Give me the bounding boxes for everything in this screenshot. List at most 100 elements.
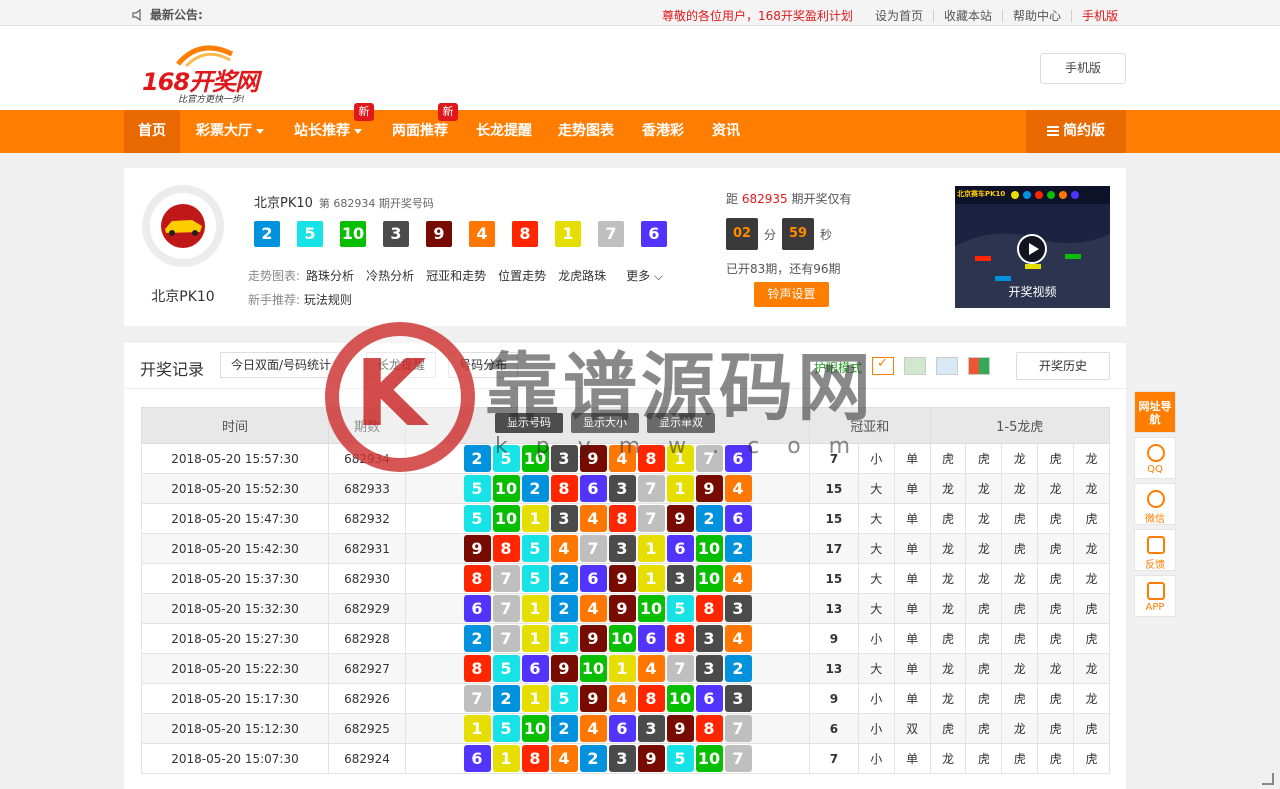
number-ball: 4 [608, 685, 636, 712]
cell-dragon-tiger: 虎 [1073, 713, 1110, 744]
number-ball: 5 [463, 505, 491, 532]
trend-link-road-bead[interactable]: 路珠分析 [306, 267, 354, 284]
mobile-version-button[interactable]: 手机版 [1040, 53, 1126, 84]
cell-dragon-tiger: 龙 [929, 743, 967, 774]
number-ball: 5 [521, 565, 549, 592]
number-ball: 7 [724, 715, 752, 742]
cell-big-small: 大 [857, 593, 895, 624]
site-logo[interactable]: 168开奖网 比官方更快一步! [140, 36, 270, 106]
set-homepage-link[interactable]: 设为首页 [865, 10, 933, 22]
video-label: 开奖视频 [1008, 285, 1057, 299]
theme-swatch-green[interactable] [904, 357, 926, 375]
cell-dragon-tiger: 龙 [929, 533, 967, 564]
number-ball: 6 [641, 221, 667, 247]
app-button[interactable]: APP [1134, 575, 1176, 617]
tab-long-dragon[interactable]: 长龙提醒 [366, 352, 437, 378]
simple-version-label: 简约版 [1063, 123, 1105, 139]
feedback-button[interactable]: 反馈 [1134, 529, 1176, 571]
number-ball: 5 [492, 655, 520, 682]
cell-big-small: 大 [857, 563, 895, 594]
cell-big-small: 大 [857, 473, 895, 504]
number-ball: 8 [492, 535, 520, 562]
number-ball: 8 [637, 445, 665, 472]
number-ball: 7 [492, 595, 520, 622]
resize-handle-icon[interactable] [1262, 773, 1274, 785]
cell-dragon-tiger: 龙 [965, 473, 1003, 504]
tab-daily-stats[interactable]: 今日双面/号码统计 [220, 352, 343, 378]
play-icon[interactable] [1017, 234, 1047, 264]
trend-link-dragon-tiger[interactable]: 龙虎路珠 [558, 267, 606, 284]
qq-button[interactable]: QQ [1134, 437, 1176, 479]
theme-swatch-default[interactable]: ✓ [872, 356, 894, 375]
caret-down-icon [354, 128, 362, 134]
more-link[interactable]: 更多 ⌵ [626, 267, 663, 284]
number-ball: 3 [550, 445, 578, 472]
current-numbers: 2 5 10 3 9 4 8 1 7 6 [254, 221, 684, 247]
cell-dragon-tiger: 龙 [1073, 563, 1110, 594]
cell-dragon-tiger: 龙 [929, 683, 967, 714]
number-ball: 4 [724, 625, 752, 652]
help-link[interactable]: 帮助中心 [1001, 9, 1071, 22]
nav-home[interactable]: 首页 [124, 110, 180, 153]
cell-dragon-tiger: 龙 [965, 563, 1003, 594]
toggle-show-numbers[interactable]: 显示号码 [495, 413, 563, 433]
nav-lottery-hall[interactable]: 彩票大厅 [196, 110, 264, 153]
qq-label: QQ [1147, 464, 1163, 475]
cell-sum: 17 [809, 533, 859, 564]
number-ball: 10 [340, 221, 366, 247]
eye-protection-mode: 护眼模式 [814, 361, 863, 375]
bell-settings-button[interactable]: 铃声设置 [754, 282, 829, 307]
nav-hongkong[interactable]: 香港彩 [642, 110, 684, 153]
nav-long-dragon[interactable]: 长龙提醒 [476, 110, 532, 153]
trend-link-position[interactable]: 位置走势 [498, 267, 546, 284]
mobile-link[interactable]: 手机版 [1070, 9, 1128, 22]
game-avatar [142, 185, 224, 267]
number-ball: 9 [579, 685, 607, 712]
nav-two-sided[interactable]: 两面推荐 新 [392, 103, 458, 153]
cell-dragon-tiger: 龙 [1037, 473, 1075, 504]
theme-swatch-blue[interactable] [936, 357, 958, 375]
table-row: 2018-05-20 15:22:30 682927 8 5 6 9 10 1 4 7 3 2 13 大单… [141, 653, 1110, 684]
number-ball: 4 [579, 505, 607, 532]
number-ball: 6 [521, 655, 549, 682]
cell-issue: 682930 [328, 563, 406, 594]
number-ball: 10 [695, 745, 723, 772]
cell-sum: 7 [809, 743, 859, 774]
toggle-show-parity[interactable]: 显示单双 [647, 413, 715, 433]
toggle-show-size[interactable]: 显示大小 [571, 413, 639, 433]
wechat-button[interactable]: 微信 [1134, 483, 1176, 525]
nav-news[interactable]: 资讯 [712, 110, 740, 153]
cell-dragon-tiger: 龙 [1037, 653, 1075, 684]
simple-version-button[interactable]: 简约版 [1026, 110, 1126, 153]
cell-numbers: 7 2 1 5 9 4 8 10 6 3 [405, 683, 810, 714]
cell-dragon-tiger: 虎 [1001, 683, 1039, 714]
nav-recommend[interactable]: 站长推荐 新 [294, 103, 374, 153]
bookmark-link[interactable]: 收藏本站 [932, 9, 1002, 22]
site-nav-button[interactable]: 网址导航 [1134, 391, 1176, 433]
trend-link-hot-cold[interactable]: 冷热分析 [366, 267, 414, 284]
number-ball: 7 [598, 221, 624, 247]
cell-issue: 682929 [328, 593, 406, 624]
nav-trend-chart[interactable]: 走势图表 [558, 110, 614, 153]
draw-video[interactable]: 北京赛车PK10 开奖视频 [955, 186, 1110, 308]
video-logo: 北京赛车PK10 [957, 190, 1006, 198]
draw-history-button[interactable]: 开奖历史 [1016, 352, 1110, 380]
rules-link[interactable]: 玩法规则 [304, 293, 352, 307]
cell-dragon-tiger: 虎 [1037, 593, 1075, 624]
header-time: 时间 [141, 407, 329, 444]
number-ball: 10 [608, 625, 636, 652]
number-ball: 10 [637, 595, 665, 622]
cell-time: 2018-05-20 15:52:30 [141, 473, 329, 504]
cell-dragon-tiger: 龙 [1073, 473, 1110, 504]
cell-numbers: 8 5 6 9 10 1 4 7 3 2 [405, 653, 810, 684]
trend-link-sum-trend[interactable]: 冠亚和走势 [426, 267, 486, 284]
promo-link[interactable]: 尊敬的各位用户，168开奖盈利计划 [662, 7, 853, 24]
cell-odd-even: 单 [893, 743, 931, 774]
theme-swatch-colorful[interactable] [968, 357, 990, 375]
cell-dragon-tiger: 虎 [1037, 623, 1075, 654]
number-ball: 6 [666, 535, 694, 562]
number-ball: 1 [521, 595, 549, 622]
cell-numbers: 1 5 10 2 4 6 3 9 8 7 [405, 713, 810, 744]
tab-number-distribution[interactable]: 号码分布 [448, 352, 519, 378]
cell-time: 2018-05-20 15:22:30 [141, 653, 329, 684]
